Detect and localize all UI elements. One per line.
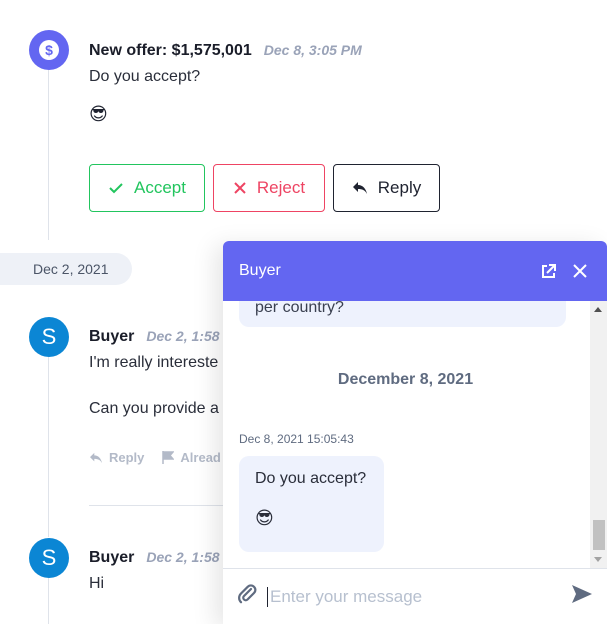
message-item: Buyer Dec 2, 1:58 Hi	[89, 549, 220, 593]
dollar-icon: $	[39, 40, 59, 60]
avatar: S	[29, 538, 69, 578]
message-text: Can you provide a	[89, 400, 219, 417]
sunglasses-emoji: 😎	[89, 104, 108, 124]
reply-icon	[90, 452, 102, 463]
scroll-down-icon[interactable]	[594, 557, 602, 562]
chat-date-separator: December 8, 2021	[337, 371, 474, 388]
chat-bubble-text: Do you accept?	[255, 470, 367, 487]
reject-label: Reject	[256, 178, 306, 197]
accept-label: Accept	[134, 178, 186, 197]
chat-bubble: Do you accept? 😎	[239, 456, 384, 552]
date-separator: Dec 2, 2021	[0, 253, 132, 285]
chat-composer	[223, 568, 607, 624]
timeline-line	[48, 357, 49, 537]
flag-icon	[162, 451, 175, 464]
accept-button[interactable]: Accept	[89, 164, 205, 212]
message-actions: Reply Alread	[89, 450, 221, 465]
flag-link[interactable]: Alread	[162, 450, 221, 465]
check-icon	[109, 183, 123, 194]
offer-avatar: $	[29, 30, 69, 70]
reject-button[interactable]: Reject	[213, 164, 325, 212]
chat-header: Buyer	[223, 241, 607, 301]
message-time: Dec 2, 1:58	[146, 328, 220, 344]
send-icon	[572, 585, 592, 603]
timeline-line	[48, 70, 49, 240]
offer-actions: Accept Reject Reply	[89, 164, 440, 212]
close-chat-button[interactable]	[569, 260, 591, 282]
reply-link-label: Reply	[109, 450, 145, 465]
timeline-line	[48, 578, 49, 624]
reply-label: Reply	[377, 178, 422, 197]
message-text: I'm really intereste	[89, 354, 219, 371]
message-input[interactable]	[267, 586, 571, 607]
message-author: Buyer	[89, 328, 135, 345]
offer-title: New offer: $1,575,001	[89, 42, 252, 59]
avatar-initial: S	[41, 324, 57, 349]
send-button[interactable]	[571, 584, 593, 609]
scroll-up-icon[interactable]	[594, 307, 602, 312]
open-external-button[interactable]	[537, 260, 559, 282]
reply-icon	[352, 182, 367, 194]
close-icon	[234, 182, 246, 194]
paperclip-icon	[238, 584, 257, 604]
external-link-icon	[541, 263, 556, 278]
chat-messages: per country? December 8, 2021 Dec 8, 202…	[223, 301, 607, 568]
message-item: Buyer Dec 2, 1:58 I'm really intereste C…	[89, 328, 220, 418]
reply-button[interactable]: Reply	[333, 164, 440, 212]
scroll-thumb[interactable]	[593, 520, 605, 550]
offer-text: Do you accept?	[89, 68, 201, 85]
avatar: S	[29, 317, 69, 357]
avatar-initial: S	[41, 545, 57, 570]
sunglasses-emoji: 😎	[255, 508, 274, 528]
chat-popup: Buyer per country? December 8, 2021 Dec …	[223, 241, 607, 624]
message-text: Hi	[89, 575, 105, 592]
chat-title: Buyer	[239, 262, 281, 279]
chat-timestamp: Dec 8, 2021 15:05:43	[239, 432, 354, 446]
offer-time: Dec 8, 3:05 PM	[263, 42, 362, 58]
chat-bubble: per country?	[239, 301, 566, 327]
flag-link-label: Alread	[180, 450, 221, 465]
attach-button[interactable]	[237, 584, 257, 609]
chat-scrollbar[interactable]	[590, 301, 607, 568]
message-time: Dec 2, 1:58	[146, 549, 220, 565]
reply-link[interactable]: Reply	[89, 450, 144, 465]
close-icon	[573, 264, 587, 278]
offer-message: New offer: $1,575,001 Dec 8, 3:05 PM Do …	[89, 42, 362, 125]
message-author: Buyer	[89, 549, 135, 566]
